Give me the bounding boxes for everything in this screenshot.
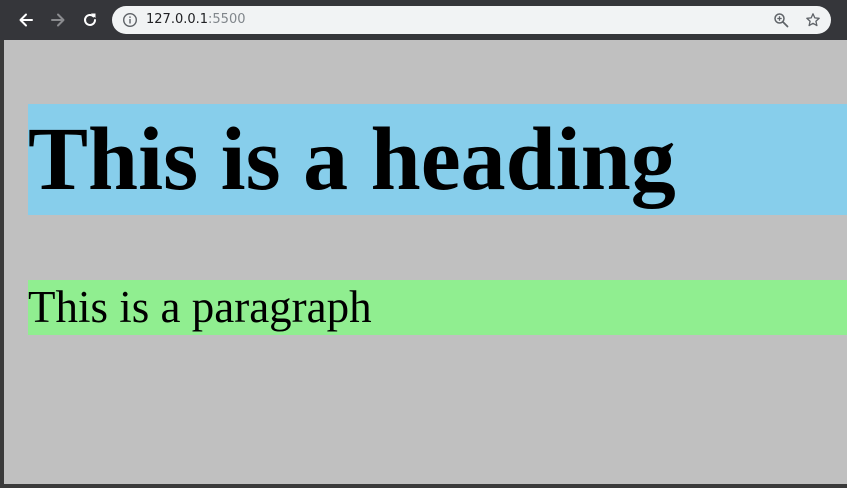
bookmark-button[interactable] <box>804 11 822 29</box>
url-text[interactable]: 127.0.0.1:5500 <box>146 11 246 29</box>
reload-button[interactable] <box>78 8 102 32</box>
browser-toolbar: 127.0.0.1:5500 <box>0 0 847 40</box>
forward-button[interactable] <box>46 8 70 32</box>
address-bar[interactable]: 127.0.0.1:5500 <box>112 6 831 34</box>
arrow-right-icon <box>51 13 65 27</box>
page-heading: This is a heading <box>28 104 847 215</box>
arrow-left-icon <box>19 13 33 27</box>
browser-window: 127.0.0.1:5500 This is a heading This is… <box>0 0 847 488</box>
url-port: :5500 <box>208 12 246 27</box>
star-icon <box>806 13 820 27</box>
zoom-in-icon <box>774 13 789 28</box>
page-paragraph: This is a paragraph <box>28 280 847 335</box>
reload-icon <box>84 13 96 26</box>
zoom-button[interactable] <box>772 11 790 29</box>
url-host: 127.0.0.1 <box>146 12 209 27</box>
page-viewport: This is a heading This is a paragraph <box>4 40 847 484</box>
back-button[interactable] <box>14 8 38 32</box>
info-icon[interactable] <box>122 12 138 28</box>
